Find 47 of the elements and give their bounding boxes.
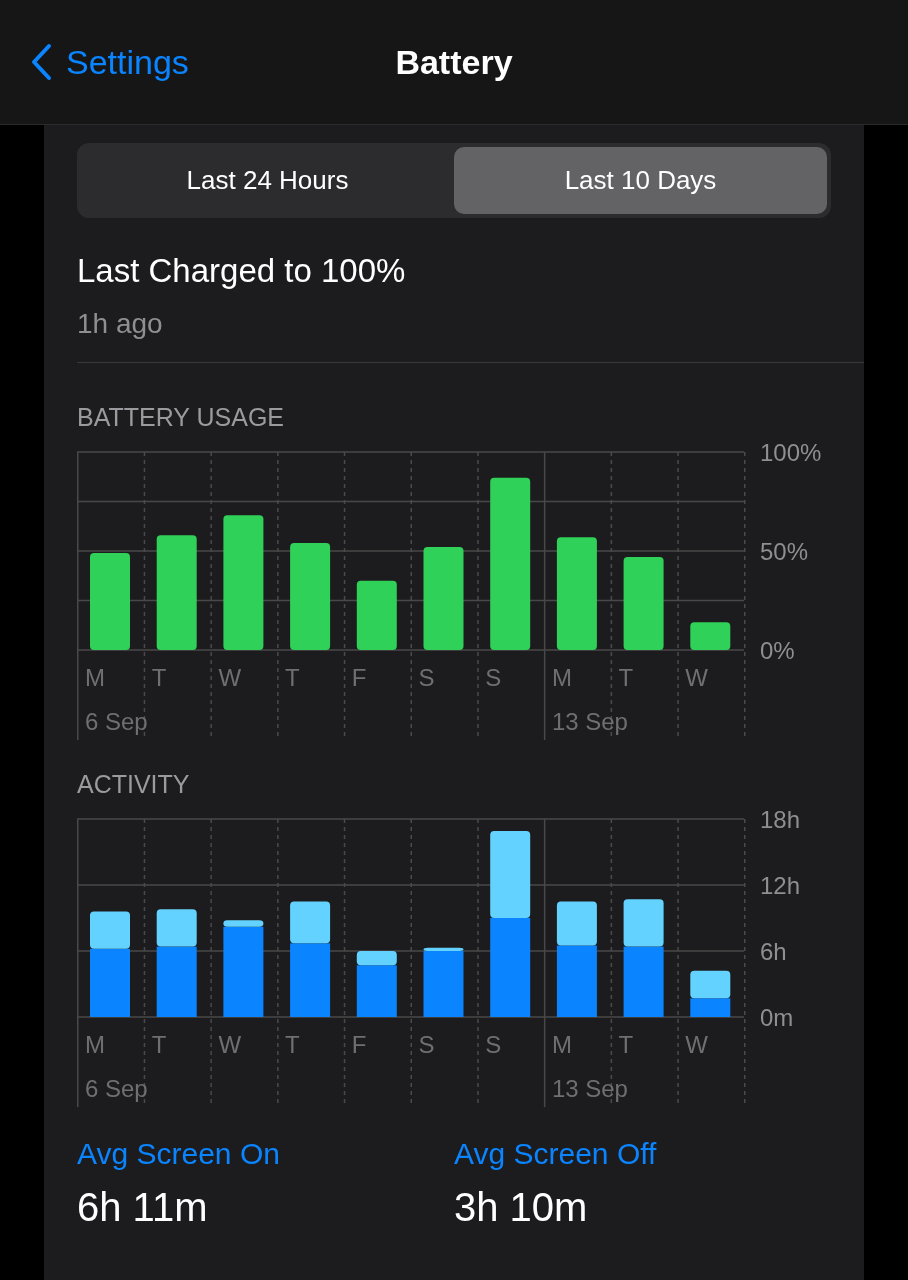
day-label: W <box>685 1031 708 1058</box>
back-label: Settings <box>66 42 189 82</box>
average-label: Avg Screen On <box>77 1137 281 1171</box>
back-link[interactable]: Settings <box>30 42 189 82</box>
bar <box>356 580 397 650</box>
segment-tab[interactable]: Last 10 Days <box>454 147 827 214</box>
day-label: T <box>285 1031 300 1058</box>
day-label: F <box>351 1031 367 1058</box>
day-label: T <box>151 1031 167 1058</box>
average-value: 6h 11m <box>77 1185 209 1230</box>
axis-tick-label: 100% <box>760 440 822 466</box>
day-label: W <box>685 664 708 691</box>
day-label: M <box>551 664 572 691</box>
axis-tick-label: 12h <box>760 872 801 899</box>
chevron-left-icon <box>30 43 52 81</box>
day-label: M <box>85 1031 105 1058</box>
date-label: 6 Sep <box>85 1075 148 1102</box>
day-label: S <box>418 1031 435 1058</box>
last-charged-title: Last Charged to 100% <box>77 252 407 290</box>
date-label: 13 Sep <box>551 1075 628 1102</box>
axis-tick-label: 18h <box>760 807 801 833</box>
day-label: S <box>485 1031 502 1058</box>
day-label: W <box>218 1031 242 1058</box>
day-label: M <box>551 1031 572 1058</box>
date-label: 6 Sep <box>85 708 148 735</box>
average-label: Avg Screen Off <box>454 1137 658 1171</box>
section-header: ACTIVITY <box>77 770 191 799</box>
day-label: S <box>485 664 502 691</box>
day-label: M <box>85 664 105 691</box>
page-title: Battery <box>395 42 513 82</box>
day-label: S <box>418 664 435 691</box>
day-label: T <box>285 664 300 691</box>
day-label: T <box>151 664 167 691</box>
axis-tick-label: 0% <box>760 637 795 664</box>
axis-tick-label: 50% <box>760 538 809 565</box>
day-label: F <box>351 664 367 691</box>
day-label: T <box>618 664 634 691</box>
day-label: T <box>618 1031 634 1058</box>
last-charged-time: 1h ago <box>77 308 164 340</box>
average-value: 3h 10m <box>454 1185 589 1230</box>
bar <box>690 622 731 650</box>
date-label: 13 Sep <box>551 708 628 735</box>
axis-tick-label: 6h <box>760 938 787 965</box>
day-label: W <box>218 664 242 691</box>
axis-tick-label: 0m <box>760 1004 794 1031</box>
section-header: BATTERY USAGE <box>77 403 285 432</box>
segment-tab[interactable]: Last 24 Hours <box>81 147 454 214</box>
